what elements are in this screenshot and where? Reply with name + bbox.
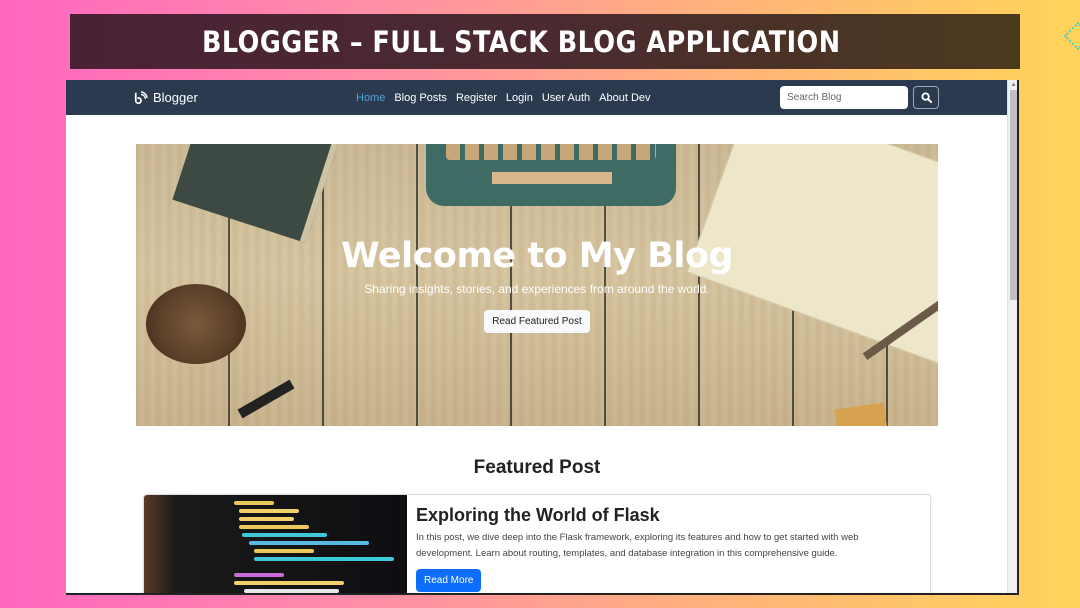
code-line (239, 517, 294, 521)
scroll-up-arrow-icon[interactable]: ▲ (1008, 80, 1017, 90)
code-line (239, 525, 309, 529)
post-body: Exploring the World of Flask In this pos… (416, 505, 916, 592)
presentation-banner: BLOGGER – FULL STACK BLOG APPLICATION (70, 14, 1020, 69)
code-line (234, 573, 284, 577)
code-line (254, 549, 314, 553)
hero-content: Welcome to My Blog Sharing insights, sto… (136, 236, 938, 333)
read-featured-post-button[interactable]: Read Featured Post (484, 310, 590, 333)
code-line (234, 581, 344, 585)
code-line (244, 589, 339, 593)
typewriter-bar (492, 172, 612, 184)
featured-post-card: Exploring the World of Flask In this pos… (143, 494, 931, 593)
nav-link-home[interactable]: Home (356, 92, 385, 104)
nav-link-blog-posts[interactable]: Blog Posts (394, 92, 447, 104)
navbar: Blogger Home Blog Posts Register Login U… (66, 80, 1007, 115)
nav-link-about-dev[interactable]: About Dev (599, 92, 650, 104)
code-line (239, 509, 299, 513)
search-icon (920, 92, 932, 103)
decorative-diamond-icon (1063, 21, 1080, 51)
browser-viewport: Blogger Home Blog Posts Register Login U… (66, 80, 1019, 595)
code-line (234, 501, 274, 505)
code-line (242, 533, 327, 537)
nav-link-register[interactable]: Register (456, 92, 497, 104)
brand-link[interactable]: Blogger (134, 80, 198, 115)
search-button[interactable] (913, 86, 939, 109)
nav-link-login[interactable]: Login (506, 92, 533, 104)
hero-book-image (172, 144, 340, 243)
read-more-button[interactable]: Read More (416, 569, 482, 592)
post-code-image (144, 495, 407, 593)
code-line (254, 557, 394, 561)
nav-link-user-auth[interactable]: User Auth (542, 92, 590, 104)
hero-glasses-image (237, 379, 295, 419)
brand-name: Blogger (153, 90, 198, 105)
typewriter-keys (446, 144, 656, 160)
featured-heading: Featured Post (473, 457, 601, 478)
hero-typewriter-image (426, 144, 676, 206)
hero-section: Welcome to My Blog Sharing insights, sto… (136, 144, 938, 426)
search-input[interactable] (780, 86, 908, 109)
scrollbar-thumb[interactable] (1010, 90, 1017, 300)
nav-links: Home Blog Posts Register Login User Auth… (356, 80, 651, 115)
hero-subtitle: Sharing insights, stories, and experienc… (364, 282, 710, 296)
hero-pencil-image (834, 402, 888, 426)
post-title[interactable]: Exploring the World of Flask (416, 505, 916, 526)
post-excerpt: In this post, we dive deep into the Flas… (416, 532, 859, 559)
feed-icon (134, 90, 148, 104)
hero-title: Welcome to My Blog (341, 236, 733, 276)
code-line (249, 541, 369, 545)
banner-title: BLOGGER – FULL STACK BLOG APPLICATION (202, 24, 841, 59)
page-scrollbar[interactable]: ▲ (1007, 80, 1017, 593)
